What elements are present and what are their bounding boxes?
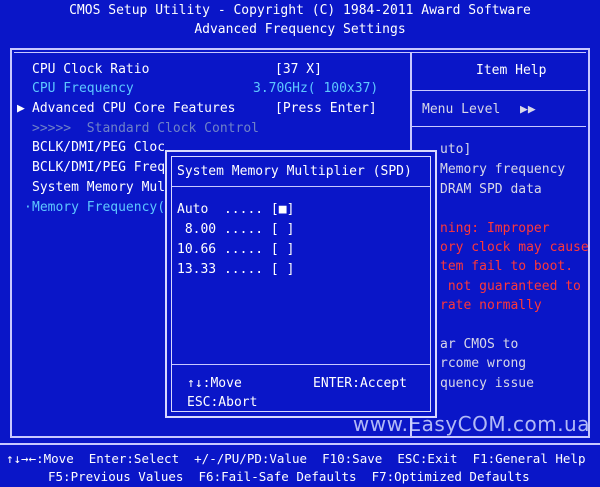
help-warning-text: tem fail to boot. [440,259,574,274]
footer-keys-line1: ↑↓→←:Move Enter:Select +/-/PU/PD:Value F… [6,451,586,466]
frame-top [10,48,590,50]
help-title-divider [410,90,586,91]
menu-item-cpu-clock-ratio[interactable]: CPU Clock Ratio [32,62,149,77]
cpu-clock-ratio-value[interactable]: [37 X] [275,62,322,77]
help-warning-text: not guaranteed to [440,279,581,294]
frame-top-inner [14,52,586,53]
memory-multiplier-dialog: System Memory Multiplier (SPD) Auto ....… [165,150,437,418]
footer-keys-line2: F5:Previous Values F6:Fail-Safe Defaults… [48,469,530,484]
menu-item-bclk-dmi-peg-clock[interactable]: BCLK/DMI/PEG Cloc [32,140,165,155]
menu-item-system-memory-multiplier[interactable]: System Memory Mul [32,180,165,195]
menu-item-memory-frequency[interactable]: Memory Frequency( [32,200,165,215]
help-level-divider [410,126,586,127]
frame-bottom [10,436,590,438]
submenu-arrow-icon: ▶ [17,101,25,116]
menu-item-bclk-dmi-peg-freq[interactable]: BCLK/DMI/PEG Freq [32,160,165,175]
bios-title: CMOS Setup Utility - Copyright (C) 1984-… [69,3,531,18]
cpu-frequency-value: 3.70GHz( 100x37) [253,81,379,96]
dialog-hint-divider [172,364,430,365]
dialog-inner-border [171,156,431,412]
help-text: Memory frequency [440,162,566,177]
help-text: quency issue [440,376,534,391]
menu-level-arrows-icon: ▶▶ [520,102,536,117]
dialog-title: System Memory Multiplier (SPD) [177,164,412,179]
frame-left [10,48,12,438]
help-title: Item Help [476,63,547,78]
option-13-33[interactable]: 13.33 ..... [ ] [177,262,294,277]
help-warning-text: ory clock may cause [440,240,589,255]
advanced-cpu-core-features-value[interactable]: [Press Enter] [275,101,377,116]
option-8-00[interactable]: 8.00 ..... [ ] [177,222,295,237]
option-auto[interactable]: Auto ..... [■] [177,202,294,217]
hint-move: ↑↓:Move [187,376,242,391]
help-text: uto] [440,142,472,157]
hint-accept: ENTER:Accept [313,376,407,391]
footer-divider [0,443,600,445]
help-text: DRAM SPD data [440,182,542,197]
hint-abort: ESC:Abort [187,395,258,410]
dialog-title-divider [172,186,430,187]
bios-header: CMOS Setup Utility - Copyright (C) 1984-… [0,0,600,48]
help-warning-text: ning: Improper [440,221,550,236]
help-text: ar CMOS to [440,337,519,352]
bullet-icon: · [24,200,32,215]
page-title: Advanced Frequency Settings [194,22,406,37]
menu-item-advanced-cpu-core-features[interactable]: Advanced CPU Core Features [32,101,236,116]
help-text: rcome wrong [440,356,527,371]
menu-item-cpu-frequency: CPU Frequency [32,81,134,96]
menu-level-label: Menu Level [422,102,501,117]
watermark: www.EasyCOM.com.ua [352,412,590,436]
option-10-66[interactable]: 10.66 ..... [ ] [177,242,294,257]
menu-section-standard-clock-control: >>>>> Standard Clock Control [32,121,259,136]
help-warning-text: rate normally [440,298,542,313]
